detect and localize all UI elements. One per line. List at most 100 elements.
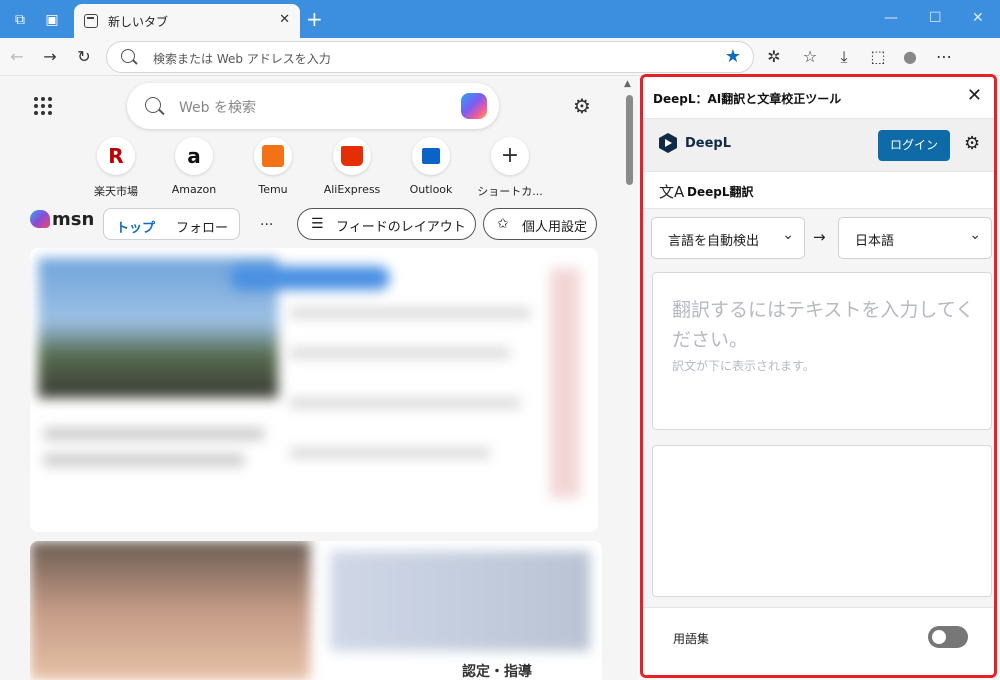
- browser-toolbar: ← → ↻ 検索または Web アドレスを入力 ★ ✲ ☆ ⤓ ⬚ ● ⋯: [0, 38, 1000, 104]
- news-card-text: 認定・指導: [462, 664, 532, 680]
- translation-output: [652, 445, 992, 597]
- scroll-up-arrow-icon[interactable]: ▲: [624, 79, 631, 89]
- forward-arrow-icon[interactable]: →: [40, 47, 60, 67]
- deepl-side-panel: DeepL：AI翻訳と文章校正ツール ✕ DeepL ログイン ⚙ 文A Dee…: [640, 74, 997, 678]
- tab-strip: ⧉ ▣ 新しいタブ ✕ + — ☐ ✕: [0, 0, 1000, 38]
- feed-tab-switcher: トップ フォロー: [103, 208, 240, 240]
- new-tab-favicon-icon: [84, 14, 98, 28]
- aliexpress-logo-icon: [333, 137, 371, 175]
- swap-arrow-icon: →: [813, 228, 826, 246]
- feed-layout-label: フィードのレイアウト: [336, 220, 466, 235]
- quick-link-label: Amazon: [171, 183, 217, 196]
- glossary-row: 用語集: [643, 607, 994, 675]
- target-language-select[interactable]: 日本語 ⌄: [838, 217, 992, 259]
- address-bar[interactable]: 検索または Web アドレスを入力 ★: [106, 41, 754, 73]
- refresh-icon[interactable]: ↻: [74, 47, 94, 67]
- news-text-line: [290, 308, 530, 318]
- msn-butterfly-icon: [30, 210, 50, 228]
- translate-section-title: DeepL翻訳: [687, 185, 754, 199]
- source-text-input[interactable]: 翻訳するにはテキストを入力してください。 訳文が下に表示されます。: [652, 272, 992, 430]
- quick-link-label: Outlook: [409, 183, 453, 196]
- msn-new-tab-page: Web を検索 ⚙ R 楽天市場 a Amazon Temu AliExpres…: [0, 77, 638, 680]
- news-text-line: [290, 448, 490, 458]
- new-tab-plus-icon[interactable]: +: [306, 8, 323, 30]
- workspaces-icon[interactable]: ⧉: [12, 12, 28, 28]
- page-settings-gear-icon[interactable]: ⚙: [573, 94, 591, 118]
- downloads-icon[interactable]: ⤓: [834, 47, 854, 67]
- web-search-box[interactable]: Web を検索: [127, 83, 499, 129]
- sparkle-star-icon: ✩: [497, 216, 509, 232]
- quick-link-label: AliExpress: [323, 183, 381, 196]
- deepl-settings-gear-icon[interactable]: ⚙: [964, 133, 980, 154]
- news-text-line: [44, 428, 264, 440]
- personalize-label: 個人用設定: [522, 220, 588, 235]
- quick-link-add-shortcut[interactable]: + ショートカ...: [470, 137, 550, 199]
- news-badge-blurred: [230, 266, 390, 290]
- news-photo-blurred: [30, 541, 310, 680]
- glossary-label: 用語集: [673, 632, 710, 646]
- address-search-icon: [121, 49, 135, 63]
- quick-link-label: ショートカ...: [477, 185, 543, 198]
- glossary-toggle[interactable]: [928, 626, 968, 648]
- quick-link-label: Temu: [258, 183, 288, 196]
- news-text-line: [44, 454, 244, 466]
- news-card-blurred[interactable]: [30, 248, 598, 532]
- deepl-brand-name: DeepL: [685, 136, 732, 151]
- translate-section-header: 文A DeepL翻訳: [643, 171, 994, 209]
- window-close-icon[interactable]: ✕: [972, 10, 984, 26]
- temu-logo-icon: [254, 137, 292, 175]
- amazon-logo-icon: a: [187, 144, 201, 168]
- address-placeholder: 検索または Web アドレスを入力: [153, 52, 331, 66]
- settings-more-icon[interactable]: ⋯: [934, 47, 954, 67]
- source-text-placeholder: 翻訳するにはテキストを入力してください。: [672, 299, 975, 351]
- profile-avatar-icon[interactable]: ●: [900, 47, 920, 67]
- news-thumbs-blurred: [330, 551, 590, 651]
- apps-grid-icon[interactable]: [34, 97, 52, 115]
- sliders-icon: ☰: [311, 216, 324, 232]
- personalize-button[interactable]: ✩ 個人用設定: [483, 208, 597, 240]
- side-panel-header: DeepL：AI翻訳と文章校正ツール ✕: [643, 77, 994, 119]
- chevron-down-icon: ⌄: [782, 227, 794, 243]
- side-panel-close-icon[interactable]: ✕: [967, 85, 982, 106]
- quick-link-rakuten[interactable]: R 楽天市場: [76, 137, 156, 199]
- news-card-blurred-2[interactable]: 認定・指導: [30, 541, 602, 680]
- feed-more-button[interactable]: ...: [260, 213, 273, 229]
- feed-layout-button[interactable]: ☰ フィードのレイアウト: [297, 208, 476, 240]
- minimize-icon[interactable]: —: [884, 10, 898, 26]
- tab-top[interactable]: トップ: [116, 217, 155, 236]
- msn-logo[interactable]: msn: [30, 209, 94, 230]
- tab-actions-icon[interactable]: ▣: [44, 12, 60, 28]
- deepl-brand-bar: DeepL ログイン ⚙: [643, 119, 994, 171]
- tab-follow[interactable]: フォロー: [176, 217, 228, 236]
- quick-link-amazon[interactable]: a Amazon: [154, 137, 234, 196]
- news-side-blurred: [550, 268, 580, 498]
- favorite-star-icon[interactable]: ★: [725, 46, 741, 67]
- quick-link-aliexpress[interactable]: AliExpress: [312, 137, 392, 196]
- news-text-line: [290, 348, 510, 358]
- source-language-select[interactable]: 言語を自動検出 ⌄: [651, 217, 805, 259]
- outlook-logo-icon: [412, 137, 450, 175]
- copilot-search-icon[interactable]: [461, 93, 487, 119]
- favorites-icon[interactable]: ☆: [800, 47, 820, 67]
- quick-link-temu[interactable]: Temu: [233, 137, 313, 196]
- login-button[interactable]: ログイン: [878, 130, 950, 161]
- news-text-line: [290, 398, 520, 408]
- screenshot-icon[interactable]: ⬚: [868, 47, 888, 67]
- web-search-placeholder: Web を検索: [179, 100, 256, 116]
- maximize-icon[interactable]: ☐: [929, 10, 942, 26]
- side-panel-title: DeepL：AI翻訳と文章校正ツール: [653, 92, 842, 106]
- tab-title: 新しいタブ: [108, 15, 169, 29]
- msn-logo-text: msn: [52, 209, 95, 230]
- source-language-value: 言語を自動検出: [668, 234, 760, 249]
- back-arrow-icon[interactable]: ←: [7, 47, 27, 67]
- tab-close-icon[interactable]: ✕: [279, 12, 290, 27]
- extensions-icon[interactable]: ✲: [764, 47, 784, 67]
- target-language-value: 日本語: [855, 234, 895, 249]
- deepl-logo-icon: [659, 133, 677, 153]
- tab-new-tab[interactable]: 新しいタブ ✕: [74, 4, 300, 38]
- quick-link-label: 楽天市場: [94, 185, 138, 198]
- search-icon: [145, 97, 161, 113]
- quick-link-outlook[interactable]: Outlook: [391, 137, 471, 196]
- rakuten-logo-icon: R: [108, 144, 124, 168]
- page-scrollbar[interactable]: [626, 95, 633, 185]
